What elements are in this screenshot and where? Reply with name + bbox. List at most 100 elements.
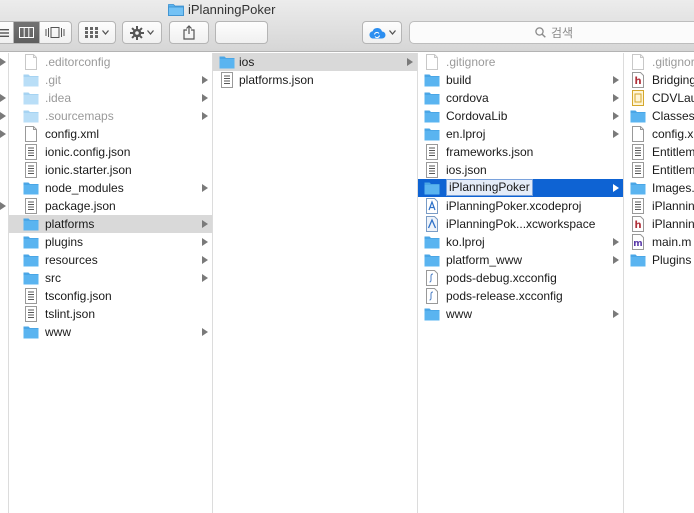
file-name: .git	[45, 73, 62, 87]
svg-text:h: h	[634, 76, 641, 87]
file-row-www[interactable]: www	[418, 305, 623, 323]
file-row-config-x[interactable]: config.x	[624, 125, 694, 143]
file-row-ko-lproj[interactable]: ko.lproj	[418, 233, 623, 251]
file-row-plugins[interactable]: Plugins	[624, 251, 694, 269]
list-view-button[interactable]	[0, 22, 13, 43]
file-name: .sourcemaps	[45, 109, 114, 123]
file-row-gitignore[interactable]: .gitignore	[418, 53, 623, 71]
folder-icon	[424, 110, 440, 123]
file-row-node-modules[interactable]: node_modules	[9, 179, 212, 197]
file-row-ios[interactable]: ios	[213, 53, 417, 71]
file-row-resources[interactable]: resources	[9, 251, 212, 269]
document-icon	[632, 126, 644, 142]
file-row-plugins[interactable]: plugins	[9, 233, 212, 251]
xcode-workspace-icon	[426, 216, 438, 232]
disclosure-arrow-icon	[613, 256, 619, 264]
list-item[interactable]	[0, 215, 8, 233]
file-row-classes[interactable]: Classes	[624, 107, 694, 125]
column-browser: .editorconfig .git .idea .sourcemaps con…	[0, 53, 694, 513]
file-row-cdvlau[interactable]: CDVLau	[624, 89, 694, 107]
file-row-www[interactable]: www	[9, 323, 212, 341]
column-platforms[interactable]: ios platforms.json	[213, 53, 418, 513]
file-name: .editorconfig	[45, 55, 111, 69]
list-item[interactable]	[0, 197, 8, 215]
file-row-pods-debug-xcconfig[interactable]: pods-debug.xcconfig	[418, 269, 623, 287]
file-row-tsconfig-json[interactable]: tsconfig.json	[9, 287, 212, 305]
file-row-iplannin[interactable]: h iPlannin	[624, 215, 694, 233]
list-item[interactable]	[0, 107, 8, 125]
file-row-ionic-config-json[interactable]: ionic.config.json	[9, 143, 212, 161]
file-row-git[interactable]: .git	[9, 71, 212, 89]
file-row-iplanningpoker[interactable]: iPlanningPoker	[418, 179, 623, 197]
list-item[interactable]	[0, 179, 8, 197]
file-row-build[interactable]: build	[418, 71, 623, 89]
file-row-entitlem[interactable]: Entitlem	[624, 143, 694, 161]
file-row-tslint-json[interactable]: tslint.json	[9, 305, 212, 323]
arrange-button[interactable]	[78, 21, 116, 44]
list-item[interactable]	[0, 125, 8, 143]
text-document-icon	[25, 198, 37, 214]
file-name: ionic.starter.json	[45, 163, 132, 177]
icloud-button[interactable]	[362, 21, 402, 44]
list-item[interactable]	[0, 143, 8, 161]
file-row-package-json[interactable]: package.json	[9, 197, 212, 215]
column-parent[interactable]	[0, 53, 9, 513]
document-icon	[25, 126, 37, 142]
file-row-iplanningpoker-xcodeproj[interactable]: iPlanningPoker.xcodeproj	[418, 197, 623, 215]
file-row-ios-json[interactable]: ios.json	[418, 161, 623, 179]
list-item[interactable]	[0, 161, 8, 179]
column-iplanningpoker[interactable]: .gitignore h Bridging CDVLau Classes conf…	[624, 53, 694, 513]
disclosure-arrow-icon	[613, 130, 619, 138]
list-item[interactable]	[0, 53, 8, 71]
folder-icon	[23, 218, 39, 231]
folder-icon	[424, 92, 440, 105]
list-item[interactable]	[0, 71, 8, 89]
file-row-sourcemaps[interactable]: .sourcemaps	[9, 107, 212, 125]
share-button[interactable]	[169, 21, 209, 44]
file-row-cordova[interactable]: cordova	[418, 89, 623, 107]
file-row-entitlem[interactable]: Entitlem	[624, 161, 694, 179]
text-document-icon	[632, 162, 644, 178]
disclosure-arrow-icon	[613, 76, 619, 84]
window-title: iPlanningPoker	[168, 1, 275, 17]
file-row-en-lproj[interactable]: en.lproj	[418, 125, 623, 143]
folder-icon	[424, 128, 440, 141]
column-view-button[interactable]	[12, 22, 39, 43]
file-row-images[interactable]: Images.	[624, 179, 694, 197]
text-document-icon	[221, 72, 233, 88]
file-name: build	[446, 73, 472, 87]
file-row-gitignore[interactable]: .gitignore	[624, 53, 694, 71]
icloud-icon	[369, 27, 386, 38]
file-row-platforms-json[interactable]: platforms.json	[213, 71, 417, 89]
view-mode-control[interactable]	[0, 21, 72, 44]
disclosure-arrow-icon	[407, 58, 413, 66]
list-view-icon	[0, 28, 9, 37]
file-row-bridging[interactable]: h Bridging	[624, 71, 694, 89]
file-row-ionic-starter-json[interactable]: ionic.starter.json	[9, 161, 212, 179]
file-row-idea[interactable]: .idea	[9, 89, 212, 107]
file-row-platform-www[interactable]: platform_www	[418, 251, 623, 269]
folder-icon	[23, 326, 39, 339]
file-name: main.m	[652, 235, 692, 249]
file-row-config-xml[interactable]: config.xml	[9, 125, 212, 143]
folder-icon	[630, 182, 646, 195]
cover-flow-button[interactable]	[38, 22, 71, 43]
edit-tags-button[interactable]	[215, 21, 268, 44]
file-row-cordovalib[interactable]: CordovaLib	[418, 107, 623, 125]
file-row-editorconfig[interactable]: .editorconfig	[9, 53, 212, 71]
file-row-main-m[interactable]: m main.m	[624, 233, 694, 251]
column-view-icon	[18, 27, 34, 38]
file-row-pods-release-xcconfig[interactable]: pods-release.xcconfig	[418, 287, 623, 305]
column-project[interactable]: .editorconfig .git .idea .sourcemaps con…	[9, 53, 213, 513]
file-row-platforms[interactable]: platforms	[9, 215, 212, 233]
file-name: node_modules	[45, 181, 124, 195]
file-row-iplannin[interactable]: iPlannin	[624, 197, 694, 215]
search-field[interactable]: 검색	[409, 21, 694, 44]
action-menu-button[interactable]	[122, 21, 162, 44]
text-document-icon	[25, 144, 37, 160]
file-row-src[interactable]: src	[9, 269, 212, 287]
column-ios[interactable]: .gitignore build cordova CordovaLib en.l…	[418, 53, 624, 513]
file-row-frameworks-json[interactable]: frameworks.json	[418, 143, 623, 161]
list-item[interactable]	[0, 89, 8, 107]
file-row-iplanningpok-xcworkspace[interactable]: iPlanningPok...xcworkspace	[418, 215, 623, 233]
